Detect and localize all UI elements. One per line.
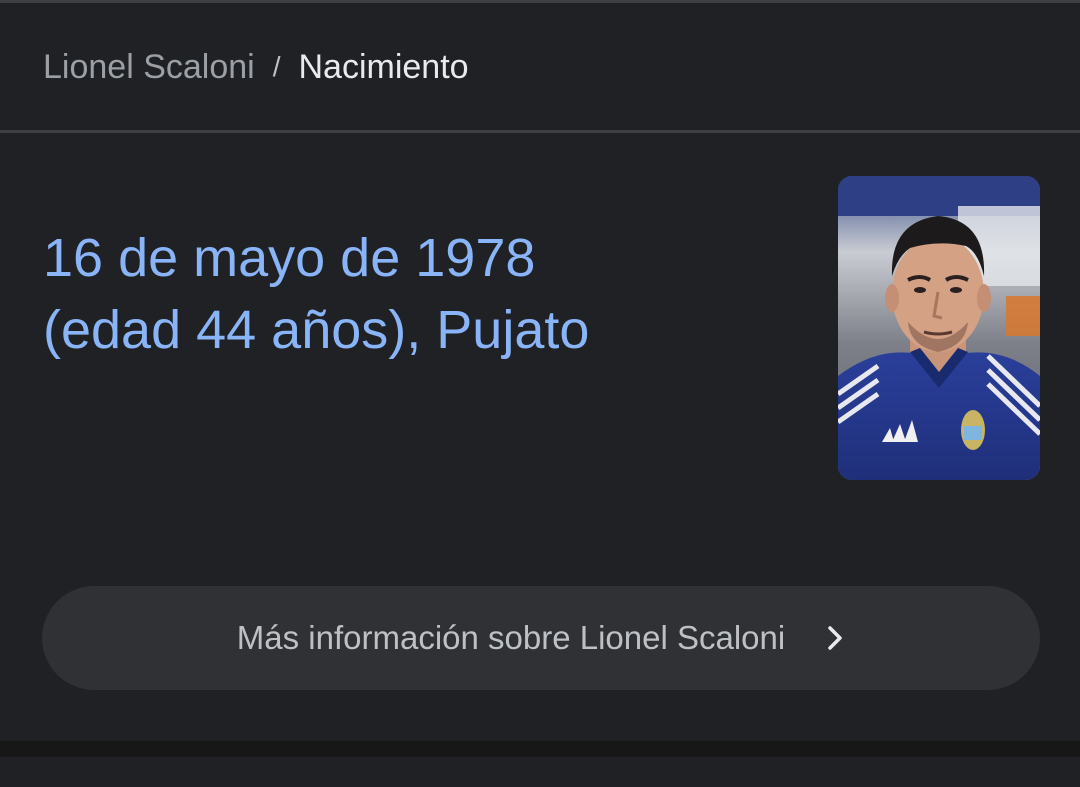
- person-photo-illustration: [838, 176, 1040, 480]
- chevron-right-icon: [825, 624, 845, 652]
- top-divider: [0, 0, 1080, 3]
- answer-text: 16 de mayo de 1978 (edad 44 años), Pujat…: [43, 222, 803, 366]
- more-info-label: Más información sobre Lionel Scaloni: [236, 619, 786, 656]
- person-photo[interactable]: [838, 176, 1040, 480]
- breadcrumb-current: Nacimiento: [298, 47, 469, 86]
- knowledge-panel-card: Lionel Scaloni / Nacimiento 16 de mayo d…: [0, 0, 1080, 787]
- answer-line-age-place: (edad 44 años), Pujato: [43, 300, 590, 360]
- header-divider: [0, 130, 1080, 133]
- breadcrumb-parent-link[interactable]: Lionel Scaloni: [43, 48, 255, 87]
- breadcrumb-separator: /: [272, 51, 281, 82]
- next-card: [0, 757, 1080, 787]
- card-separator: [0, 741, 1080, 757]
- more-info-button[interactable]: Más información sobre Lionel Scaloni: [42, 586, 1040, 690]
- answer-line-date: 16 de mayo de 1978: [43, 228, 536, 288]
- breadcrumb: Lionel Scaloni / Nacimiento: [43, 44, 469, 90]
